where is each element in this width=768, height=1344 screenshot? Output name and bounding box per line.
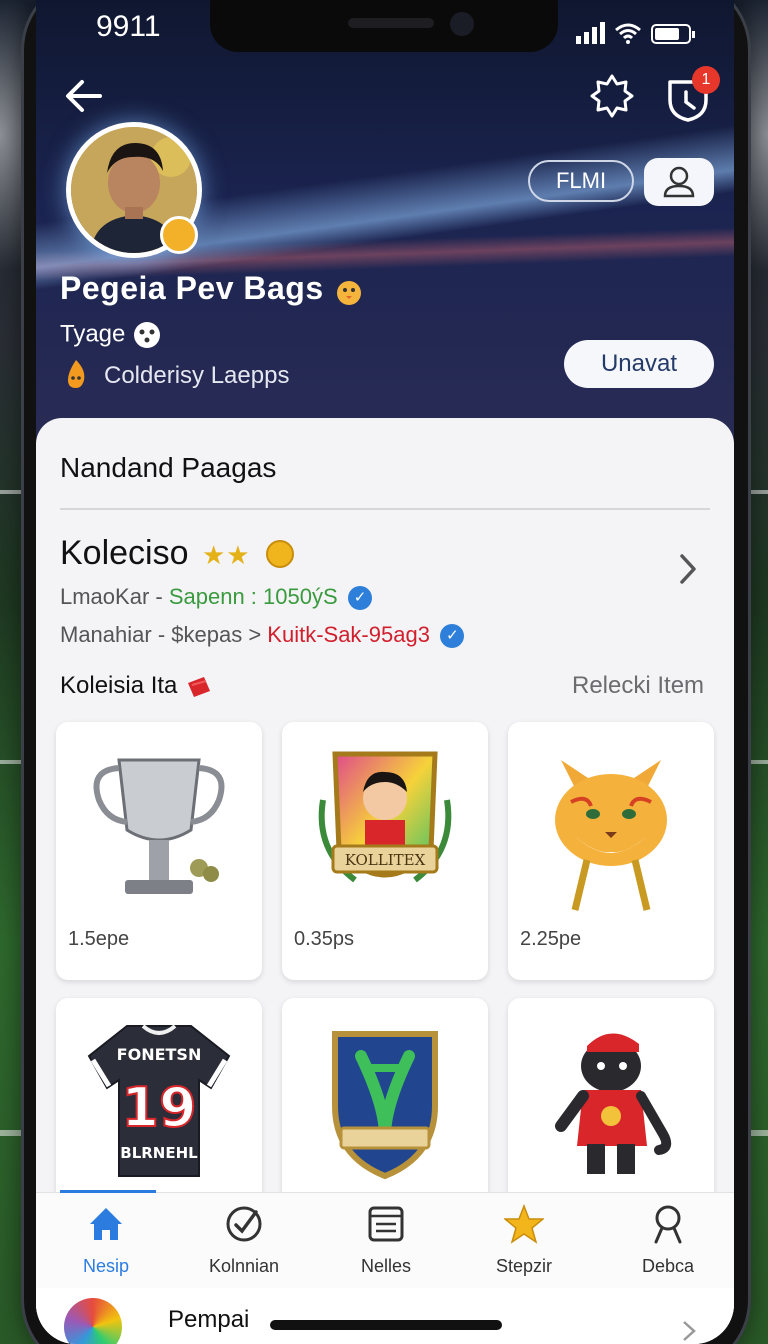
item-price: 1.5epe [68,928,130,950]
shield-trophy-icon [332,1031,438,1180]
section-title: Nandand Paagas [60,452,277,483]
home-indicator[interactable] [270,1320,502,1330]
news-icon [368,1206,404,1242]
meta-2-value: Kuitk-Sak-95ag3 [267,622,430,647]
battery-icon [651,24,695,44]
meta-2-label: Manahiar - $kepas > [60,622,268,647]
mini-player-title: Pempai [168,1306,250,1333]
tab-home[interactable]: Nesip [46,1204,166,1284]
device-notch [210,0,558,52]
chevron-right-icon[interactable] [680,1320,698,1342]
person-button[interactable] [644,158,714,206]
chevron-right-icon[interactable] [676,552,700,586]
tab-stars[interactable]: Stepzir [464,1204,584,1284]
status-time: 9911 [96,10,161,43]
items-title: Koleisia Ita [60,672,212,701]
tab-label: Kolnnian [208,1256,280,1276]
profile-subtitle: Tyage [60,320,162,350]
meta-1-label: LmaoKar - [60,584,169,609]
collection-meta-1: LmaoKar - Sapenn : 1050ýS [60,584,372,611]
coin-icon [266,540,294,568]
verified-icon [440,624,465,649]
profile-subtitle-text: Tyage [60,320,126,348]
app-screen: 9911 1 FLMI Pegeia Pev Bags Tyage Colder… [36,0,734,1344]
wifi-icon [615,23,641,44]
check-circle-icon [226,1206,262,1242]
jersey-icon: FONETSN 19 BLRNEHL [87,1024,231,1177]
tab-search[interactable]: Debca [608,1204,728,1284]
verified-coin-icon [160,216,198,254]
home-icon [90,1208,122,1240]
tab-label: Stepzir [495,1256,553,1276]
active-tab-indicator [60,1190,156,1193]
jersey-number-text: 19 [121,1076,196,1139]
items-title-text: Koleisia Ita [60,672,178,699]
mascot-figure-icon [555,1033,672,1174]
trophy-icon [93,758,225,894]
collection-meta-2: Manahiar - $kepas > Kuitk-Sak-95ag3 [60,622,465,649]
meta-1-value: Sapenn : 1050ýS [168,584,338,609]
back-arrow-icon[interactable] [60,72,108,120]
fill-pill-button[interactable]: FLMI [528,160,634,202]
jersey-bottom-text: BLRNEHL [120,1144,198,1162]
chick-icon [337,280,362,305]
verified-icon [347,586,372,611]
see-all-items-link[interactable]: Relecki Item [572,672,704,700]
collection-title: Koleciso [60,534,189,572]
badge-text: KOLLITEX [345,851,426,869]
tab-label: Nesip [82,1256,130,1276]
profile-name: Pegeia Pev Bags [60,270,365,307]
tab-label: Nelles [360,1256,412,1276]
speaker [348,18,434,28]
search-icon [654,1205,682,1244]
kollitex-badge-icon: KOLLITEX [318,751,452,883]
flame-icon [68,360,85,388]
signal-icon [576,22,605,44]
tab-news[interactable]: Nelles [326,1204,446,1284]
tab-collection[interactable]: Kolnnian [184,1204,304,1284]
rating-stars-icon: ★★ [202,540,251,570]
item-price: 2.25pe [520,928,582,950]
jersey-top-text: FONETSN [117,1045,202,1064]
profile-location: Colderisy Laepps [104,362,290,389]
person-icon [663,166,695,198]
tab-label: Debca [641,1256,695,1276]
collection-item-tile[interactable]: KOLLITEX 0.35ps [282,722,488,980]
notification-badge: 1 [692,66,720,94]
collection-item-tile[interactable]: 1.5epe [56,722,262,980]
badge-star-icon[interactable] [588,72,636,120]
fox-mascot-icon [555,760,667,911]
profile-name-text: Pegeia Pev Bags [60,270,324,306]
gift-icon [188,676,211,697]
star-icon [504,1204,544,1244]
status-icons [576,14,695,44]
item-price: 0.35ps [294,928,355,950]
mini-player[interactable] [36,1288,734,1344]
collection-item-tile[interactable]: 2.25pe [508,722,714,980]
action-button[interactable]: Unavat [564,340,714,388]
divider [60,508,710,510]
camera [450,12,474,36]
dice-icon [134,322,161,348]
